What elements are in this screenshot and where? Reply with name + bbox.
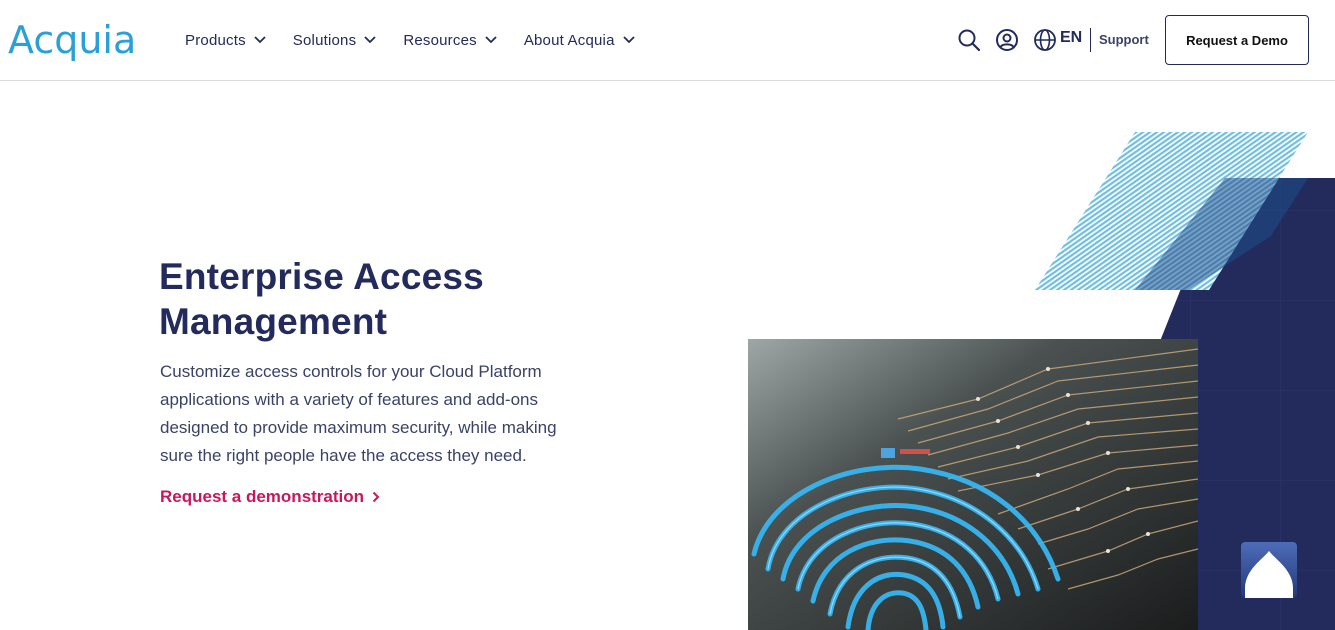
language-selector[interactable]: EN bbox=[1060, 29, 1082, 47]
site-header: Acquia Products Solutions Resources Abou… bbox=[0, 0, 1335, 81]
nav-item-label: Products bbox=[185, 31, 246, 49]
nav-item-about-acquia[interactable]: About Acquia bbox=[524, 32, 635, 49]
request-demonstration-link[interactable]: Request a demonstration bbox=[160, 487, 380, 507]
nav-item-resources[interactable]: Resources bbox=[403, 32, 497, 49]
chevron-down-icon bbox=[622, 36, 635, 44]
main-nav: Products Solutions Resources About Acqui… bbox=[185, 0, 662, 80]
search-icon[interactable] bbox=[957, 28, 981, 52]
link-label: Request a demonstration bbox=[160, 487, 365, 506]
nav-item-label: About Acquia bbox=[523, 31, 615, 49]
hero-description: Customize access controls for your Cloud… bbox=[160, 362, 557, 465]
chevron-down-icon bbox=[485, 36, 497, 44]
support-link[interactable]: Support bbox=[1099, 32, 1149, 47]
nav-item-label: Solutions bbox=[292, 31, 357, 49]
chat-bubble-icon[interactable] bbox=[1241, 542, 1297, 598]
user-circle-icon[interactable] bbox=[995, 28, 1019, 52]
fingerprint-circuit-image bbox=[748, 339, 1198, 630]
nav-item-products[interactable]: Products bbox=[185, 32, 266, 49]
nav-item-solutions[interactable]: Solutions bbox=[293, 32, 377, 49]
page-title: Enterprise Access Management bbox=[159, 256, 484, 342]
request-demo-button[interactable]: Request a Demo bbox=[1165, 15, 1309, 65]
chevron-down-icon bbox=[254, 36, 266, 44]
chevron-right-icon bbox=[372, 491, 380, 503]
globe-icon[interactable] bbox=[1033, 28, 1057, 52]
acquia-logo[interactable]: Acquia bbox=[8, 20, 136, 60]
nav-item-label: Resources bbox=[403, 31, 477, 49]
chevron-down-icon bbox=[364, 36, 376, 44]
header-divider bbox=[1090, 28, 1091, 52]
